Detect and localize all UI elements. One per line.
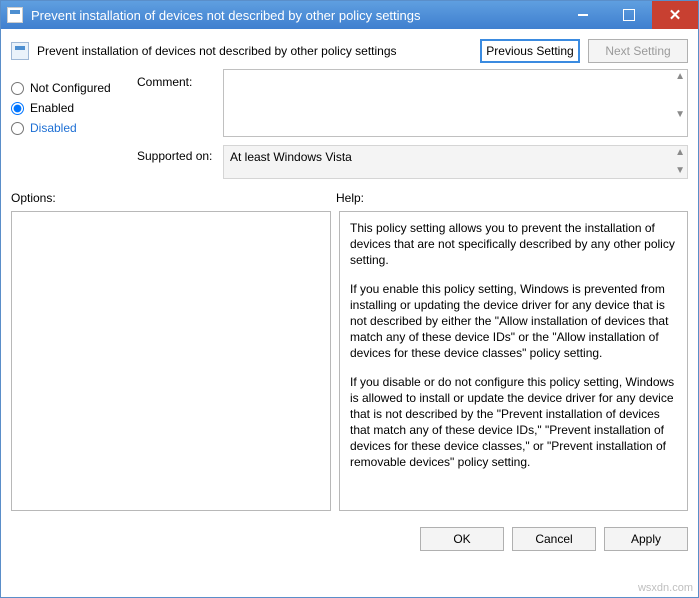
window-controls (560, 1, 698, 29)
radio-disabled-input[interactable] (11, 122, 24, 135)
radio-not-configured[interactable]: Not Configured (11, 81, 131, 95)
policy-icon (11, 42, 29, 60)
radio-enabled[interactable]: Enabled (11, 101, 131, 115)
watermark: wsxdn.com (638, 582, 693, 594)
content-area: Not Configured Enabled Disabled Comment:… (1, 69, 698, 517)
apply-button[interactable]: Apply (604, 527, 688, 551)
ok-button[interactable]: OK (420, 527, 504, 551)
comment-scroll[interactable]: ▲ ▼ (675, 72, 685, 120)
comment-label: Comment: (137, 69, 217, 89)
panels-row: This policy setting allows you to preven… (11, 211, 688, 511)
cancel-button[interactable]: Cancel (512, 527, 596, 551)
help-panel[interactable]: This policy setting allows you to preven… (339, 211, 688, 511)
scroll-down-icon[interactable]: ▼ (675, 110, 685, 120)
state-radio-group: Not Configured Enabled Disabled (11, 69, 131, 141)
radio-enabled-label: Enabled (30, 101, 74, 115)
help-paragraph-2: If you enable this policy setting, Windo… (350, 281, 677, 362)
help-paragraph-1: This policy setting allows you to preven… (350, 220, 677, 269)
policy-name: Prevent installation of devices not desc… (37, 44, 472, 58)
policy-header: Prevent installation of devices not desc… (1, 29, 698, 69)
next-setting-button[interactable]: Next Setting (588, 39, 688, 63)
maximize-button[interactable] (606, 1, 652, 29)
supported-on-label: Supported on: (137, 145, 217, 163)
radio-enabled-input[interactable] (11, 102, 24, 115)
help-label: Help: (336, 191, 364, 205)
minimize-button[interactable] (560, 1, 606, 29)
close-button[interactable] (652, 1, 698, 29)
supported-on-value: At least Windows Vista (230, 150, 352, 164)
help-paragraph-3: If you disable or do not configure this … (350, 374, 677, 471)
scroll-down-icon[interactable]: ▼ (675, 166, 685, 176)
supported-scroll[interactable]: ▲ ▼ (675, 148, 685, 176)
radio-not-configured-input[interactable] (11, 82, 24, 95)
options-panel[interactable] (11, 211, 331, 511)
app-icon (7, 7, 23, 23)
previous-setting-button[interactable]: Previous Setting (480, 39, 580, 63)
options-label: Options: (11, 191, 336, 205)
title-bar: Prevent installation of devices not desc… (1, 1, 698, 29)
scroll-up-icon[interactable]: ▲ (675, 148, 685, 158)
window-title: Prevent installation of devices not desc… (31, 8, 560, 23)
radio-disabled[interactable]: Disabled (11, 121, 131, 135)
dialog-footer: OK Cancel Apply (1, 517, 698, 561)
radio-not-configured-label: Not Configured (30, 81, 111, 95)
upper-grid: Not Configured Enabled Disabled Comment:… (11, 69, 688, 179)
comment-textbox[interactable]: ▲ ▼ (223, 69, 688, 137)
section-labels: Options: Help: (11, 191, 688, 205)
radio-disabled-label: Disabled (30, 121, 77, 135)
scroll-up-icon[interactable]: ▲ (675, 72, 685, 82)
supported-on-box: At least Windows Vista ▲ ▼ (223, 145, 688, 179)
